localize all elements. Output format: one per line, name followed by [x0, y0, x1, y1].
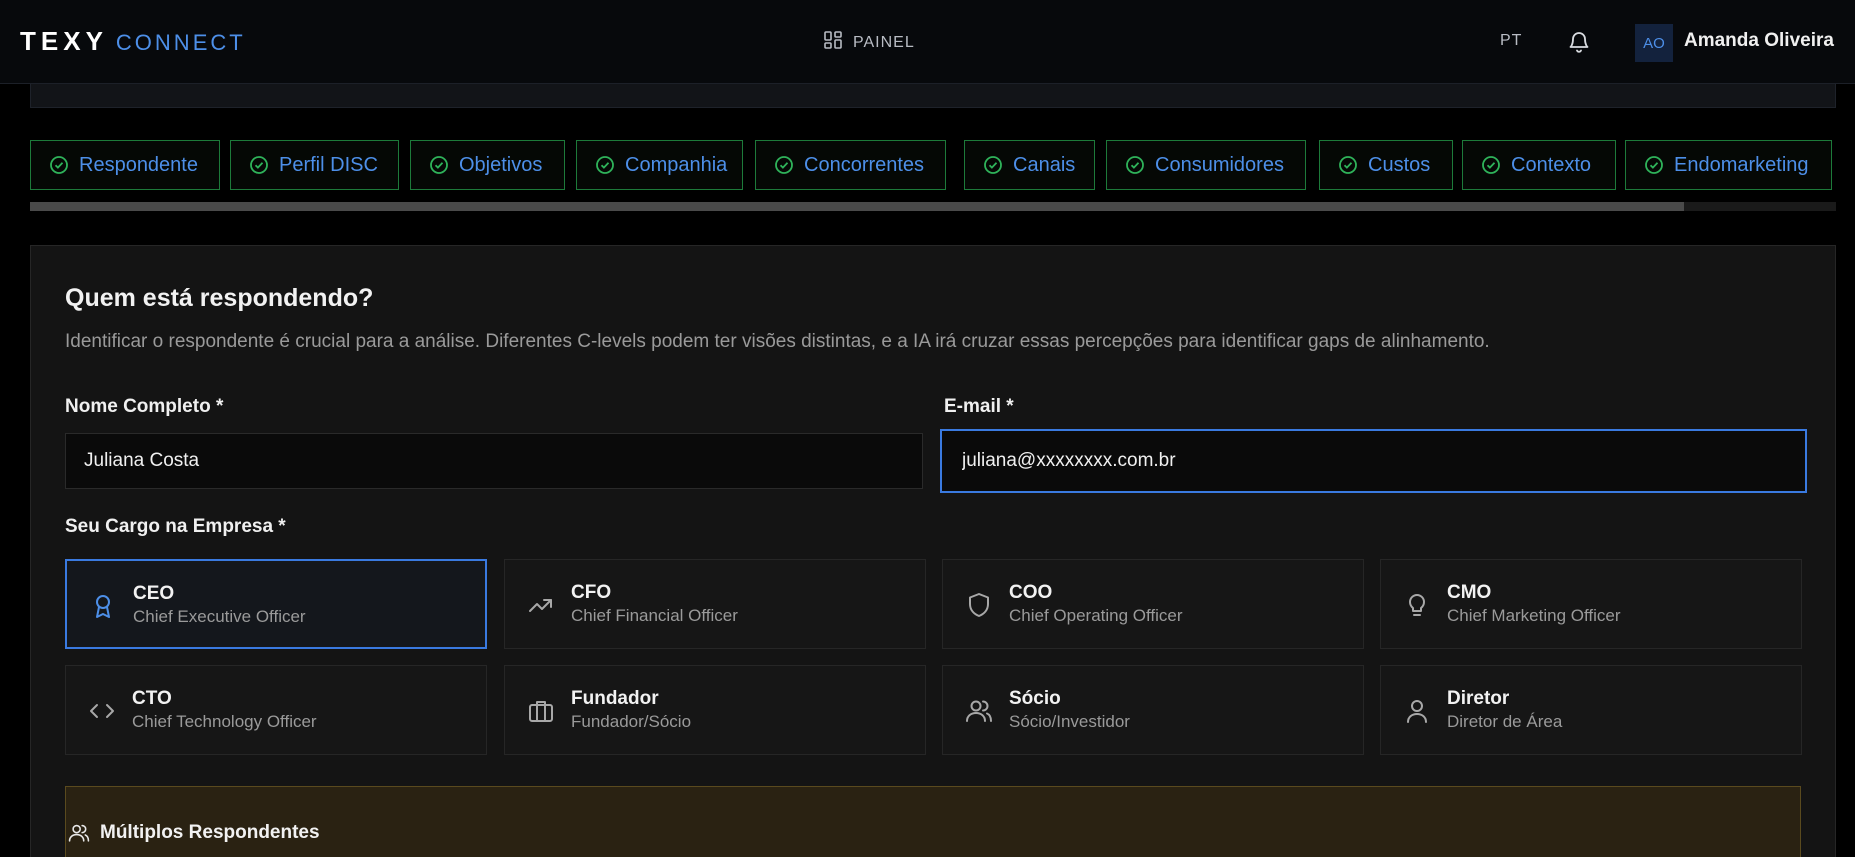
bell-icon[interactable]: [1568, 30, 1590, 59]
multiple-respondents-title: Múltiplos Respondentes: [100, 822, 320, 843]
check-circle-icon: [1645, 156, 1663, 174]
check-circle-icon: [50, 156, 68, 174]
user-name[interactable]: Amanda Oliveira: [1684, 30, 1834, 52]
check-circle-icon: [1482, 156, 1500, 174]
check-circle-icon: [250, 156, 268, 174]
step-tab-endomarketing[interactable]: Endomarketing: [1625, 140, 1832, 190]
check-circle-icon: [1339, 156, 1357, 174]
check-circle-icon: [430, 156, 448, 174]
name-field-label: Nome Completo *: [65, 396, 224, 417]
shield-icon: [969, 593, 989, 617]
role-option-socio[interactable]: Sócio Sócio/Investidor: [942, 665, 1364, 755]
role-subtitle: Chief Executive Officer: [133, 607, 306, 626]
role-title: CTO: [132, 688, 172, 709]
form-description: Identificar o respondente é crucial para…: [65, 331, 1490, 352]
role-option-ceo[interactable]: CEO Chief Executive Officer: [65, 559, 487, 649]
language-selector[interactable]: PT: [1500, 32, 1522, 50]
role-title: Fundador: [571, 688, 659, 709]
respondent-form-card: Quem está respondendo? Identificar o res…: [30, 245, 1836, 857]
top-navigation-bar: TEXY CONNECT PAINEL PT AO Amanda Oliveira: [0, 0, 1855, 84]
step-tab-label: Canais: [1013, 153, 1076, 176]
role-option-diretor[interactable]: Diretor Diretor de Área: [1380, 665, 1802, 755]
step-tab-consumidores[interactable]: Consumidores: [1106, 140, 1306, 190]
tabs-scrollbar-thumb[interactable]: [30, 202, 1685, 211]
step-tab-label: Perfil DISC: [279, 153, 378, 176]
tabs-scrollbar[interactable]: [30, 202, 1836, 211]
step-tab-contexto[interactable]: Contexto: [1462, 140, 1616, 190]
multiple-respondents-header: Múltiplos Respondentes: [68, 822, 320, 844]
step-tab-label: Concorrentes: [804, 153, 925, 176]
users-icon: [966, 700, 992, 722]
painel-nav-label: PAINEL: [853, 33, 915, 51]
step-tab-custos[interactable]: Custos: [1319, 140, 1453, 190]
step-tab-label: Companhia: [625, 153, 728, 176]
role-title: Diretor: [1447, 688, 1510, 709]
role-option-cmo[interactable]: CMO Chief Marketing Officer: [1380, 559, 1802, 649]
award-ribbon-icon: [96, 595, 110, 618]
check-circle-icon: [1126, 156, 1144, 174]
dashboard-grid-icon: [823, 30, 843, 55]
role-subtitle: Chief Technology Officer: [132, 712, 317, 731]
role-subtitle: Diretor de Área: [1447, 712, 1563, 731]
role-option-fundador[interactable]: Fundador Fundador/Sócio: [504, 665, 926, 755]
step-tab-label: Endomarketing: [1674, 153, 1809, 176]
role-subtitle: Fundador/Sócio: [571, 712, 692, 731]
email-field-label: E-mail *: [944, 396, 1014, 417]
header-underlay-panel: [30, 84, 1836, 108]
code-icon: [90, 704, 114, 718]
role-subtitle: Chief Financial Officer: [571, 606, 738, 625]
users-icon: [68, 824, 90, 842]
role-subtitle: Sócio/Investidor: [1009, 712, 1130, 731]
step-tab-perfil-disc[interactable]: Perfil DISC: [230, 140, 399, 190]
role-title: COO: [1009, 582, 1053, 603]
check-circle-icon: [984, 156, 1002, 174]
step-tab-label: Custos: [1368, 153, 1431, 176]
step-tab-concorrentes[interactable]: Concorrentes: [755, 140, 946, 190]
step-tab-objetivos[interactable]: Objetivos: [410, 140, 565, 190]
role-title: CEO: [133, 583, 175, 604]
role-option-coo[interactable]: COO Chief Operating Officer: [942, 559, 1364, 649]
role-title: Sócio: [1009, 688, 1061, 709]
form-title: Quem está respondendo?: [65, 284, 374, 312]
briefcase-icon: [529, 701, 553, 722]
step-tab-canais[interactable]: Canais: [964, 140, 1095, 190]
role-field-label: Seu Cargo na Empresa *: [65, 516, 286, 537]
name-field[interactable]: [65, 433, 923, 489]
lightbulb-icon: [1409, 594, 1425, 616]
role-subtitle: Chief Operating Officer: [1009, 606, 1183, 625]
step-tab-companhia[interactable]: Companhia: [576, 140, 743, 190]
role-subtitle: Chief Marketing Officer: [1447, 606, 1621, 625]
app-logo[interactable]: TEXY CONNECT: [20, 26, 246, 58]
user-avatar[interactable]: AO: [1635, 24, 1673, 62]
logo-secondary: CONNECT: [115, 30, 246, 55]
role-title: CMO: [1447, 582, 1492, 603]
role-title: CFO: [571, 582, 612, 603]
multiple-respondents-notice: [65, 786, 1801, 857]
step-tab-label: Contexto: [1511, 153, 1592, 176]
trending-up-icon: [529, 599, 552, 612]
check-circle-icon: [775, 156, 793, 174]
step-tab-respondente[interactable]: Respondente: [30, 140, 220, 190]
email-field[interactable]: [940, 429, 1807, 493]
role-option-cfo[interactable]: CFO Chief Financial Officer: [504, 559, 926, 649]
step-tab-label: Objetivos: [459, 153, 543, 176]
painel-nav-link[interactable]: PAINEL: [823, 30, 915, 55]
role-option-cto[interactable]: CTO Chief Technology Officer: [65, 665, 487, 755]
user-icon: [1407, 700, 1427, 723]
check-circle-icon: [596, 156, 614, 174]
logo-primary: TEXY: [20, 26, 108, 56]
step-tab-label: Consumidores: [1155, 153, 1284, 176]
step-tab-label: Respondente: [79, 153, 198, 176]
